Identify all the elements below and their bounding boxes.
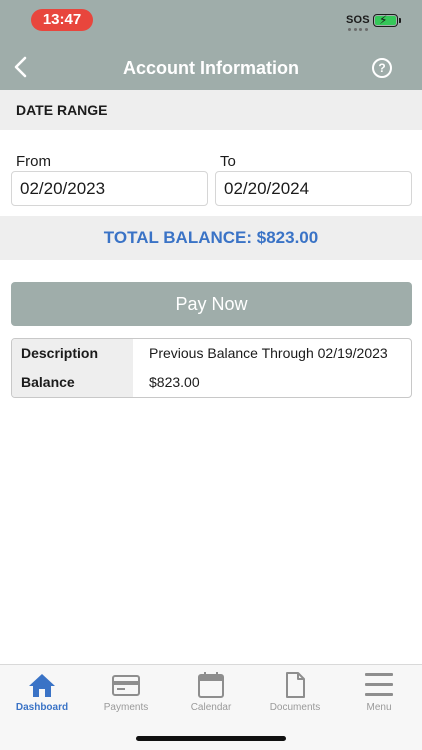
status-bar: 13:47 SOS ⚡ <box>0 0 422 44</box>
pay-now-button[interactable]: Pay Now <box>11 282 412 326</box>
status-carrier: SOS <box>346 14 370 26</box>
total-balance: TOTAL BALANCE: $823.00 <box>0 216 422 260</box>
calendar-icon <box>198 672 224 698</box>
balance-value: $823.00 <box>149 374 200 390</box>
from-date-field[interactable]: 02/20/2023 <box>11 171 208 206</box>
signal-dots-icon <box>348 28 368 31</box>
tab-dashboard-label: Dashboard <box>15 702 69 713</box>
date-range-heading: DATE RANGE <box>0 90 422 130</box>
credit-card-icon <box>112 675 140 696</box>
tab-menu-label: Menu <box>366 702 392 713</box>
tab-payments-label: Payments <box>103 702 149 713</box>
document-icon <box>286 672 305 698</box>
home-icon <box>29 674 55 697</box>
balance-key: Balance <box>12 368 133 397</box>
home-indicator <box>136 736 286 741</box>
tab-documents[interactable]: Documents <box>253 665 337 725</box>
table-row: Description Previous Balance Through 02/… <box>12 339 411 368</box>
tab-menu[interactable]: Menu <box>337 665 421 725</box>
from-label: From <box>16 153 51 170</box>
battery-icon: ⚡ <box>373 13 398 27</box>
table-row: Balance $823.00 <box>12 368 411 397</box>
help-button[interactable]: ? <box>372 58 392 78</box>
tab-calendar[interactable]: Calendar <box>169 665 253 725</box>
description-key: Description <box>12 339 133 368</box>
tab-payments[interactable]: Payments <box>84 665 168 725</box>
nav-bar: Account Information ? <box>0 44 422 90</box>
to-date-field[interactable]: 02/20/2024 <box>215 171 412 206</box>
battery-cap <box>399 18 401 23</box>
menu-icon <box>365 673 393 696</box>
status-time: 13:47 <box>31 9 93 31</box>
to-label: To <box>220 153 236 170</box>
description-value: Previous Balance Through 02/19/2023 <box>149 345 388 361</box>
tab-calendar-label: Calendar <box>190 702 232 713</box>
page-title: Account Information <box>123 58 299 78</box>
tab-dashboard[interactable]: Dashboard <box>0 665 84 725</box>
balance-details-table: Description Previous Balance Through 02/… <box>11 338 412 398</box>
tab-documents-label: Documents <box>269 702 321 713</box>
